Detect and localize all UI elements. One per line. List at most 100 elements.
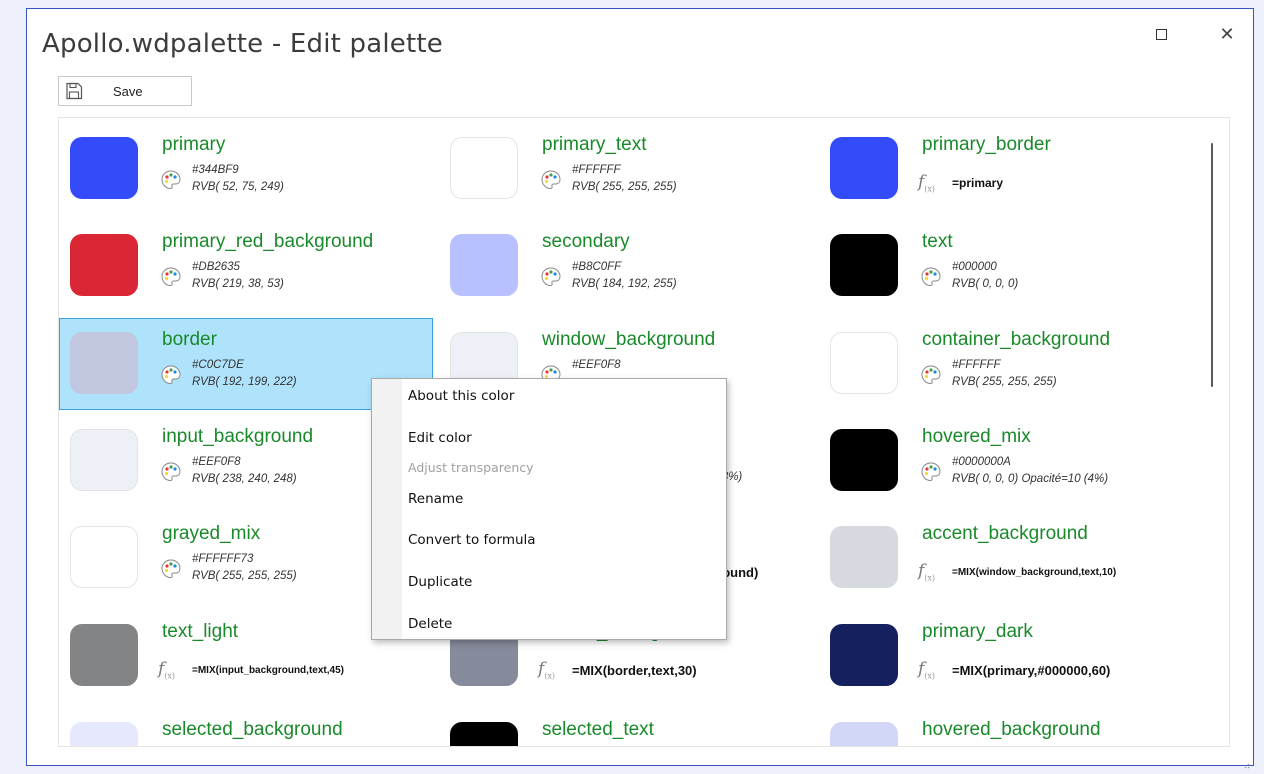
color-name: hovered_mix (922, 426, 1031, 447)
color-swatch[interactable] (70, 332, 138, 394)
palette-item[interactable]: primary_dark f(x) =MIX(primary,#000000,60) (820, 611, 1194, 703)
color-rgb: RVB( 219, 38, 53) (192, 278, 284, 290)
palette-item[interactable]: secondary #B8C0FF RVB( 184, 192, 255) (440, 221, 814, 313)
palette-item[interactable]: selected_text (440, 709, 814, 746)
close-icon: ✕ (1219, 23, 1235, 44)
context-menu-item[interactable]: Rename (408, 491, 463, 507)
context-menu-item[interactable]: Delete (408, 616, 452, 632)
color-name: secondary (542, 231, 630, 252)
palette-item[interactable]: container_background #FFFFFF RVB( 255, 255… (820, 319, 1194, 411)
color-rgb: RVB( 255, 255, 255) (952, 376, 1057, 388)
context-menu-item[interactable]: Duplicate (408, 574, 472, 590)
color-hex: #FFFFFF73 (192, 553, 254, 565)
color-name: window_background (542, 329, 716, 350)
palette-icon (161, 365, 181, 385)
vertical-scrollbar[interactable] (1211, 143, 1213, 387)
color-swatch[interactable] (450, 722, 518, 746)
floppy-disk-icon (66, 82, 83, 100)
color-rgb: RVB( 184, 192, 255) (572, 278, 677, 290)
color-hex: #C0C7DE (192, 359, 244, 371)
color-hex: #DB2635 (192, 261, 240, 273)
resize-grip-icon[interactable] (1244, 756, 1250, 769)
palette-item[interactable]: primary_text #FFFFFF RVB( 255, 255, 255) (440, 124, 814, 216)
color-rgb: RVB( 255, 255, 255) (192, 570, 297, 582)
color-name: primary_text (542, 134, 647, 155)
color-rgb: RVB( 52, 75, 249) (192, 181, 284, 193)
color-swatch[interactable] (70, 722, 138, 746)
color-formula: =primary (952, 176, 1004, 190)
color-name: primary_dark (922, 621, 1033, 642)
formula-fx-icon: f(x) (918, 172, 936, 194)
context-menu-item[interactable]: Convert to formula (408, 532, 536, 548)
window-title: Apollo.wdpalette - Edit palette (42, 29, 443, 59)
color-hex: #EEF0F8 (192, 456, 241, 468)
color-swatch[interactable] (830, 234, 898, 296)
color-name: hovered_background (922, 719, 1101, 740)
palette-icon (921, 365, 941, 385)
context-menu-gutter (372, 379, 402, 639)
palette-item[interactable]: hovered_mix #0000000A RVB( 0, 0, 0) Opacit… (820, 416, 1194, 508)
color-name: input_background (162, 426, 314, 447)
color-hex: #344BF9 (192, 164, 239, 176)
color-name: accent_background (922, 523, 1088, 544)
palette-icon (161, 170, 181, 190)
color-name: border (162, 329, 217, 350)
color-rgb: RVB( 238, 240, 248) (192, 473, 297, 485)
color-swatch[interactable] (70, 624, 138, 686)
color-swatch[interactable] (830, 526, 898, 588)
palette-icon (541, 170, 561, 190)
color-swatch[interactable] (830, 624, 898, 686)
palette-icon (541, 267, 561, 287)
maximize-button[interactable] (1141, 19, 1181, 49)
close-button[interactable]: ✕ (1207, 19, 1247, 49)
color-hex: #0000000A (952, 456, 1011, 468)
color-swatch[interactable] (450, 234, 518, 296)
color-rgb: RVB( 255, 255, 255) (572, 181, 677, 193)
color-rgb: RVB( 0, 0, 0) Opacité=10 (4%) (952, 473, 1109, 485)
color-swatch[interactable] (830, 332, 898, 394)
context-menu: About this color Edit color Adjust transpa… (371, 378, 727, 640)
color-rgb: RVB( 0, 0, 0) (952, 278, 1019, 290)
palette-icon (161, 559, 181, 579)
color-swatch[interactable] (70, 137, 138, 199)
palette-item[interactable]: selected_background (60, 709, 434, 746)
color-swatch[interactable] (70, 234, 138, 296)
color-name: primary_red_background (162, 231, 374, 252)
context-menu-item[interactable]: About this color (408, 388, 514, 404)
color-swatch[interactable] (70, 429, 138, 491)
color-formula: =MIX(border,text,30) (572, 663, 697, 678)
palette-icon (161, 462, 181, 482)
color-formula: =MIX(input_background,text,45) (192, 665, 344, 676)
color-hex: #EEF0F8 (572, 359, 621, 371)
formula-fx-icon: f(x) (918, 659, 936, 681)
save-button-label: Save (113, 83, 143, 99)
save-button[interactable]: Save (58, 76, 192, 106)
formula-fx-icon: f(x) (918, 561, 936, 583)
color-name: grayed_mix (162, 523, 261, 544)
color-swatch[interactable] (70, 526, 138, 588)
color-swatch[interactable] (830, 429, 898, 491)
color-name: text (922, 231, 953, 252)
formula-fx-icon: f(x) (538, 659, 556, 681)
palette-icon (921, 267, 941, 287)
palette-icon (921, 462, 941, 482)
color-rgb: RVB( 192, 199, 222) (192, 376, 297, 388)
palette-item[interactable]: accent_background f(x) =MIX(window_backgro… (820, 513, 1194, 605)
color-formula: =MIX(primary,#000000,60) (952, 663, 1111, 678)
color-hex: #B8C0FF (572, 261, 622, 273)
color-swatch[interactable] (830, 137, 898, 199)
color-swatch[interactable] (450, 137, 518, 199)
color-swatch[interactable] (830, 722, 898, 746)
color-formula: =MIX(window_background,text,10) (952, 567, 1117, 578)
palette-item[interactable]: primary_red_background #DB2635 RVB( 219, 3… (60, 221, 434, 313)
context-menu-item[interactable]: Edit color (408, 430, 472, 446)
palette-item[interactable]: hovered_background (820, 709, 1194, 746)
palette-icon (161, 267, 181, 287)
palette-item[interactable]: primary #344BF9 RVB( 52, 75, 249) (60, 124, 434, 216)
color-hex: #FFFFFF (572, 164, 621, 176)
palette-item[interactable]: text #000000 RVB( 0, 0, 0) (820, 221, 1194, 313)
palette-item[interactable]: primary_border f(x) =primary (820, 124, 1194, 216)
color-name: selected_background (162, 719, 343, 740)
color-name: container_background (922, 329, 1111, 350)
color-hex: #FFFFFF (952, 359, 1001, 371)
